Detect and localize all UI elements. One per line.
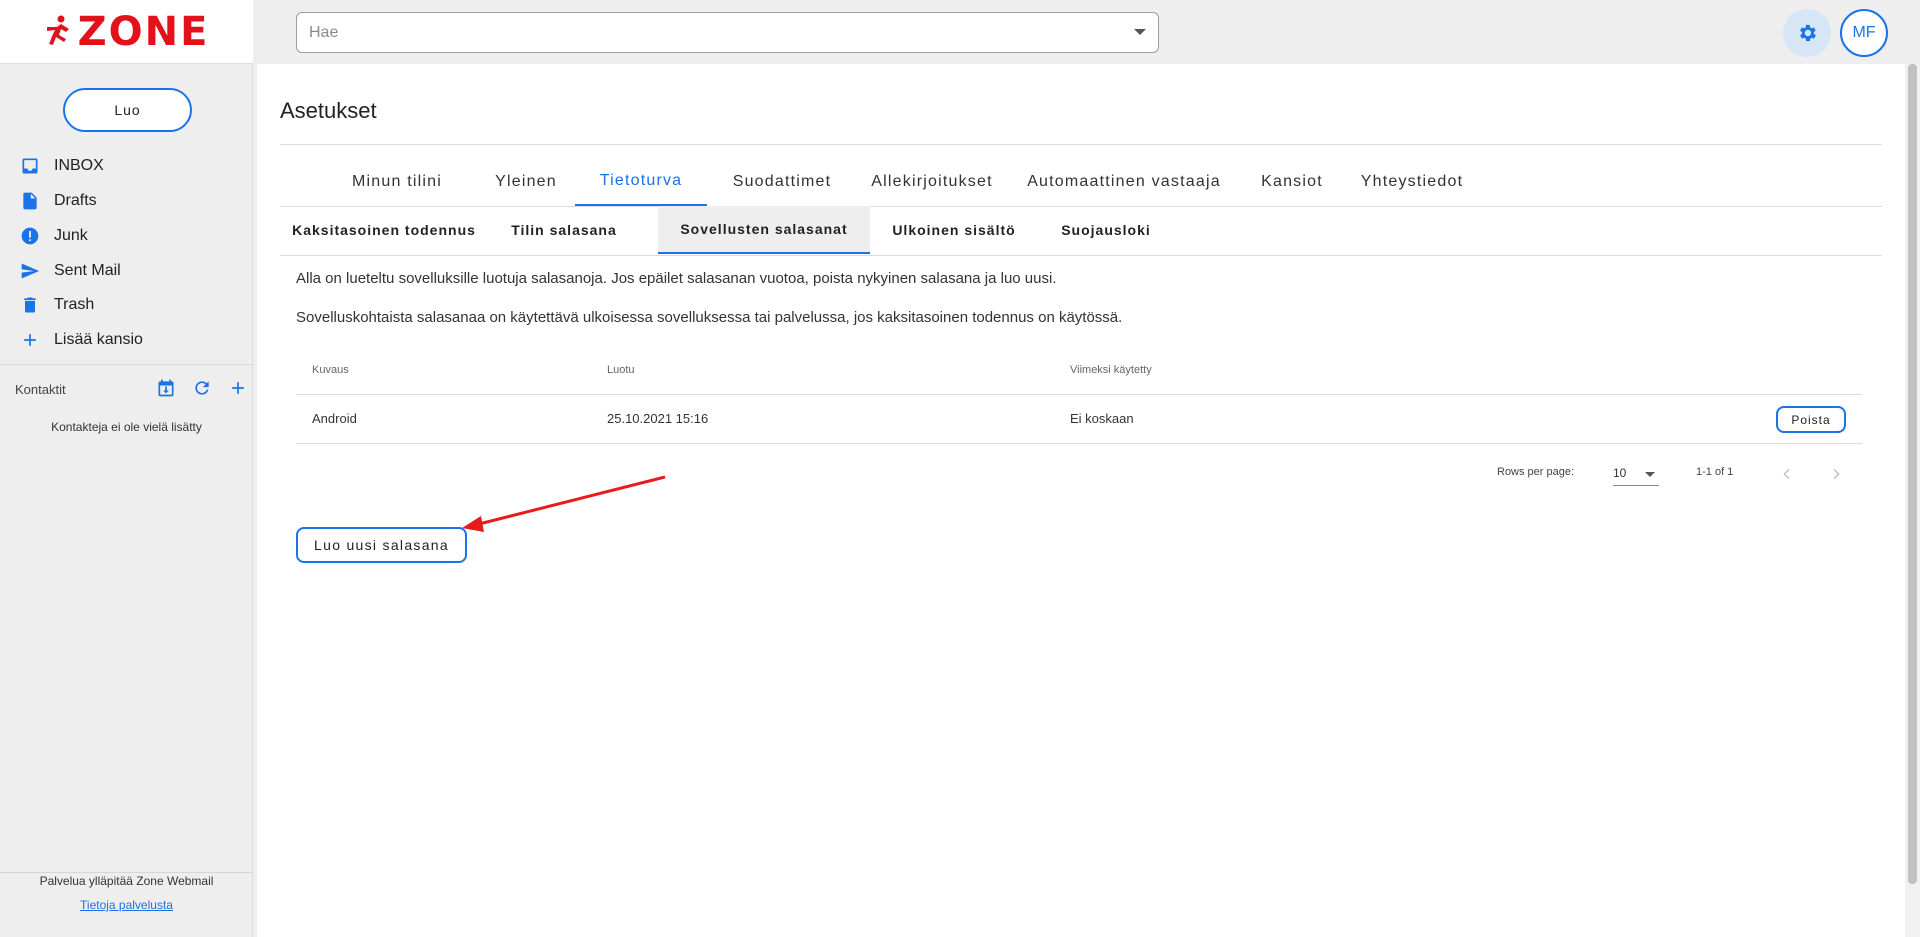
info-paragraph-1: Alla on lueteltu sovelluksille luotuja s… xyxy=(296,270,1057,287)
title-divider xyxy=(280,144,1882,145)
tab-folders[interactable]: Kansiot xyxy=(1247,158,1337,206)
cell-created: 25.10.2021 15:16 xyxy=(607,411,709,426)
sidebar-item-trash[interactable]: Trash xyxy=(20,290,94,320)
table-header-divider xyxy=(296,394,1862,395)
cell-last-used: Ei koskaan xyxy=(1070,411,1134,426)
sidebar-item-label: Drafts xyxy=(54,192,97,209)
footer-text: Palvelua ylläpitää Zone Webmail xyxy=(39,874,214,888)
alert-icon xyxy=(21,227,39,245)
column-header-description[interactable]: Kuvaus xyxy=(312,364,349,376)
sidebar-item-label: Lisää kansio xyxy=(54,331,143,348)
subtab-two-factor[interactable]: Kaksitasoinen todennus xyxy=(280,206,488,254)
logo-container[interactable]: ZONE xyxy=(0,0,253,64)
gear-icon xyxy=(1800,24,1816,42)
add-contact-button[interactable] xyxy=(226,376,250,400)
runner-icon xyxy=(46,15,69,45)
tab-filters[interactable]: Suodattimet xyxy=(717,158,847,206)
tab-contacts[interactable]: Yhteystiedot xyxy=(1347,158,1477,206)
plus-icon xyxy=(232,382,244,394)
sidebar-item-label: Sent Mail xyxy=(54,262,121,279)
subtabs-divider xyxy=(280,255,1882,256)
tab-general[interactable]: Yleinen xyxy=(476,158,576,206)
document-icon xyxy=(23,192,37,210)
chevron-left-icon xyxy=(1783,468,1790,480)
delete-password-button[interactable]: Poista xyxy=(1776,406,1846,433)
refresh-icon xyxy=(195,381,209,395)
rows-per-page-label: Rows per page: xyxy=(1497,466,1575,478)
sidebar-item-label: Trash xyxy=(54,296,95,313)
column-header-last-used[interactable]: Viimeksi käytetty xyxy=(1070,364,1152,376)
info-paragraph-2: Sovelluskohtaista salasanaa on käytettäv… xyxy=(296,309,1123,326)
create-button[interactable]: Luo xyxy=(63,88,192,132)
about-service-link[interactable]: Tietoja palvelusta xyxy=(0,898,253,912)
tab-auto-reply[interactable]: Automaattinen vastaaja xyxy=(1014,158,1234,206)
contacts-heading: Kontaktit xyxy=(15,382,66,397)
pagination-range: 1-1 of 1 xyxy=(1696,466,1734,478)
refresh-contacts-button[interactable] xyxy=(190,376,214,400)
tab-signatures[interactable]: Allekirjoitukset xyxy=(857,158,1007,206)
previous-page-button[interactable] xyxy=(1775,462,1799,486)
plus-icon xyxy=(24,334,36,346)
search-input[interactable] xyxy=(297,13,1097,52)
footer-divider xyxy=(0,872,253,873)
sidebar-item-sent-mail[interactable]: Sent Mail xyxy=(20,256,121,286)
search-box[interactable] xyxy=(296,12,1159,53)
sidebar: Luo INBOX Drafts Junk Sent Mail Trash Li… xyxy=(0,64,253,937)
calendar-download-icon xyxy=(158,379,174,397)
avatar-initials: MF xyxy=(1852,24,1876,41)
chevron-down-icon xyxy=(1645,472,1655,477)
avatar[interactable]: MF xyxy=(1840,9,1888,57)
brand-name: ZONE xyxy=(77,8,210,55)
import-contacts-button[interactable] xyxy=(154,376,178,400)
settings-button[interactable] xyxy=(1783,9,1831,57)
trash-icon xyxy=(24,297,36,313)
subtab-security-log[interactable]: Suojausloki xyxy=(1041,206,1171,254)
sidebar-divider xyxy=(0,364,253,365)
rows-per-page-value: 10 xyxy=(1613,466,1627,480)
page-title: Asetukset xyxy=(280,98,377,123)
top-bar: ZONE MF xyxy=(0,0,1920,64)
sidebar-footer: Palvelua ylläpitää Zone Webmail Tietoja … xyxy=(0,874,253,912)
subtab-external-content[interactable]: Ulkoinen sisältö xyxy=(874,206,1034,254)
table-row-divider xyxy=(296,443,1862,444)
sidebar-item-add-folder[interactable]: Lisää kansio xyxy=(20,325,143,355)
create-new-password-button[interactable]: Luo uusi salasana xyxy=(296,527,467,563)
sidebar-item-inbox[interactable]: INBOX xyxy=(20,151,104,181)
chevron-down-icon[interactable] xyxy=(1134,29,1146,35)
sidebar-item-junk[interactable]: Junk xyxy=(20,221,88,251)
contacts-empty-text: Kontakteja ei ole vielä lisätty xyxy=(51,420,202,434)
zone-logo: ZONE xyxy=(44,9,210,55)
settings-panel: Asetukset Minun tilini Yleinen Tietoturv… xyxy=(257,64,1905,937)
scrollbar-thumb[interactable] xyxy=(1908,64,1917,884)
sidebar-item-drafts[interactable]: Drafts xyxy=(20,186,97,216)
sidebar-item-label: INBOX xyxy=(54,157,104,174)
chevron-right-icon xyxy=(1833,468,1840,480)
tab-security[interactable]: Tietoturva xyxy=(575,158,707,206)
tab-my-account[interactable]: Minun tilini xyxy=(327,158,467,206)
rows-per-page-select[interactable]: 10 xyxy=(1613,458,1659,486)
scrollbar[interactable] xyxy=(1905,64,1920,937)
inbox-icon xyxy=(22,158,38,174)
subtab-account-password[interactable]: Tilin salasana xyxy=(494,206,634,254)
send-icon xyxy=(21,263,40,279)
cell-description: Android xyxy=(312,411,357,426)
next-page-button[interactable] xyxy=(1824,462,1848,486)
subtab-app-passwords[interactable]: Sovellusten salasanat xyxy=(658,206,870,254)
sidebar-item-label: Junk xyxy=(54,227,88,244)
column-header-created[interactable]: Luotu xyxy=(607,364,635,376)
